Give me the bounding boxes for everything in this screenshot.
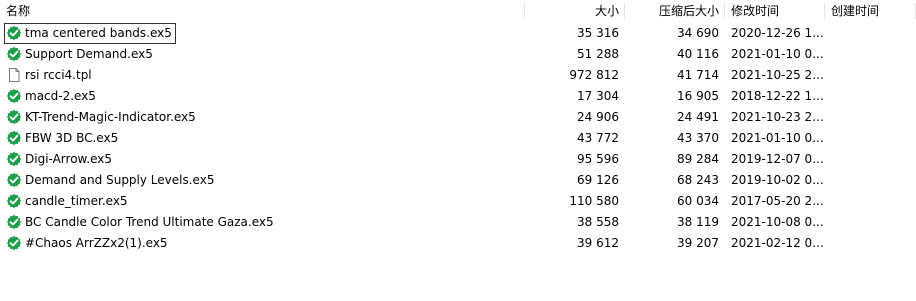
file-row[interactable]: rsi rcci4.tpl 972 812 41 714 2021-10-25 2..…	[0, 65, 916, 86]
file-row[interactable]: macd-2.ex5 17 304 16 905 2018-12-22 1...	[0, 86, 916, 107]
file-name: FBW 3D BC.ex5	[25, 131, 119, 145]
file-compressed-size: 16 905	[677, 89, 719, 103]
file-name: macd-2.ex5	[25, 89, 96, 103]
file-modified-time: 2020-12-26 1...	[731, 26, 823, 40]
file-name-cell[interactable]: FBW 3D BC.ex5	[4, 128, 122, 149]
column-header-size[interactable]: 大小	[525, 0, 625, 22]
file-row[interactable]: tma centered bands.ex5 35 316 34 690 2020-1…	[0, 23, 916, 44]
document-icon	[6, 67, 22, 83]
file-compressed-size: 38 119	[677, 215, 719, 229]
file-compressed-size: 60 034	[677, 194, 719, 208]
file-modified-time: 2021-10-08 0...	[731, 215, 823, 229]
verified-shield-icon	[6, 193, 22, 209]
verified-shield-icon	[6, 88, 22, 104]
file-name-cell[interactable]: #Chaos ArrZZx2(1).ex5	[4, 233, 172, 254]
file-name: #Chaos ArrZZx2(1).ex5	[25, 236, 168, 250]
file-name-cell[interactable]: Support Demand.ex5	[4, 44, 157, 65]
file-size: 17 304	[577, 89, 619, 103]
file-name-cell[interactable]: macd-2.ex5	[4, 86, 100, 107]
file-modified-time: 2018-12-22 1...	[731, 89, 823, 103]
file-name-cell[interactable]: Digi-Arrow.ex5	[4, 149, 116, 170]
file-name: tma centered bands.ex5	[25, 26, 172, 40]
column-header-compressed-size[interactable]: 压缩后大小	[625, 0, 725, 22]
file-compressed-size: 89 284	[677, 152, 719, 166]
file-name: BC Candle Color Trend Ultimate Gaza.ex5	[25, 215, 274, 229]
file-compressed-size: 39 207	[677, 236, 719, 250]
file-compressed-size: 24 491	[677, 110, 719, 124]
file-compressed-size: 68 243	[677, 173, 719, 187]
file-modified-time: 2021-02-12 0...	[731, 236, 823, 250]
file-row[interactable]: KT-Trend-Magic-Indicator.ex5 24 906 24 491…	[0, 107, 916, 128]
file-size: 972 812	[569, 68, 619, 82]
verified-shield-icon	[6, 130, 22, 146]
file-row[interactable]: BC Candle Color Trend Ultimate Gaza.ex5 3…	[0, 212, 916, 233]
file-name-cell[interactable]: Demand and Supply Levels.ex5	[4, 170, 218, 191]
file-modified-time: 2021-01-10 0...	[731, 47, 823, 61]
file-row[interactable]: Support Demand.ex5 51 288 40 116 2021-01-10…	[0, 44, 916, 65]
file-compressed-size: 40 116	[677, 47, 719, 61]
verified-shield-icon	[6, 151, 22, 167]
column-header-modified[interactable]: 修改时间	[725, 0, 825, 22]
file-compressed-size: 43 370	[677, 131, 719, 145]
verified-shield-icon	[6, 25, 22, 41]
file-row[interactable]: Demand and Supply Levels.ex5 69 126 68 243…	[0, 170, 916, 191]
file-size: 38 558	[577, 215, 619, 229]
column-header-name[interactable]: 名称	[0, 0, 525, 22]
verified-shield-icon	[6, 172, 22, 188]
file-row[interactable]: #Chaos ArrZZx2(1).ex5 39 612 39 207 2021-02…	[0, 233, 916, 254]
file-size: 24 906	[577, 110, 619, 124]
file-modified-time: 2017-05-20 2...	[731, 194, 823, 208]
file-name-cell[interactable]: tma centered bands.ex5	[4, 23, 176, 44]
file-name: candle_timer.ex5	[25, 194, 128, 208]
file-name-cell[interactable]: BC Candle Color Trend Ultimate Gaza.ex5	[4, 212, 278, 233]
file-modified-time: 2021-10-25 2...	[731, 68, 823, 82]
file-name-cell[interactable]: KT-Trend-Magic-Indicator.ex5	[4, 107, 200, 128]
file-modified-time: 2021-01-10 0...	[731, 131, 823, 145]
file-name: Demand and Supply Levels.ex5	[25, 173, 215, 187]
file-name: KT-Trend-Magic-Indicator.ex5	[25, 110, 196, 124]
file-row[interactable]: Digi-Arrow.ex5 95 596 89 284 2019-12-07 0..…	[0, 149, 916, 170]
column-header: 名称 大小 压缩后大小 修改时间 创建时间	[0, 0, 916, 22]
file-size: 35 316	[577, 26, 619, 40]
file-size: 95 596	[577, 152, 619, 166]
file-size: 110 580	[569, 194, 619, 208]
file-size: 69 126	[577, 173, 619, 187]
file-row[interactable]: candle_timer.ex5 110 580 60 034 2017-05-20 …	[0, 191, 916, 212]
file-name-cell[interactable]: rsi rcci4.tpl	[4, 65, 96, 86]
file-size: 39 612	[577, 236, 619, 250]
file-modified-time: 2021-10-23 2...	[731, 110, 823, 124]
verified-shield-icon	[6, 235, 22, 251]
file-size: 43 772	[577, 131, 619, 145]
file-modified-time: 2019-12-07 0...	[731, 152, 823, 166]
file-compressed-size: 34 690	[677, 26, 719, 40]
file-name-cell[interactable]: candle_timer.ex5	[4, 191, 132, 212]
file-size: 51 288	[577, 47, 619, 61]
file-row[interactable]: FBW 3D BC.ex5 43 772 43 370 2021-01-10 0...	[0, 128, 916, 149]
file-name: rsi rcci4.tpl	[25, 68, 92, 82]
file-modified-time: 2019-10-02 0...	[731, 173, 823, 187]
file-name: Digi-Arrow.ex5	[25, 152, 112, 166]
file-name: Support Demand.ex5	[25, 47, 153, 61]
column-header-created[interactable]: 创建时间	[825, 0, 916, 22]
file-compressed-size: 41 714	[677, 68, 719, 82]
verified-shield-icon	[6, 214, 22, 230]
verified-shield-icon	[6, 109, 22, 125]
verified-shield-icon	[6, 46, 22, 62]
